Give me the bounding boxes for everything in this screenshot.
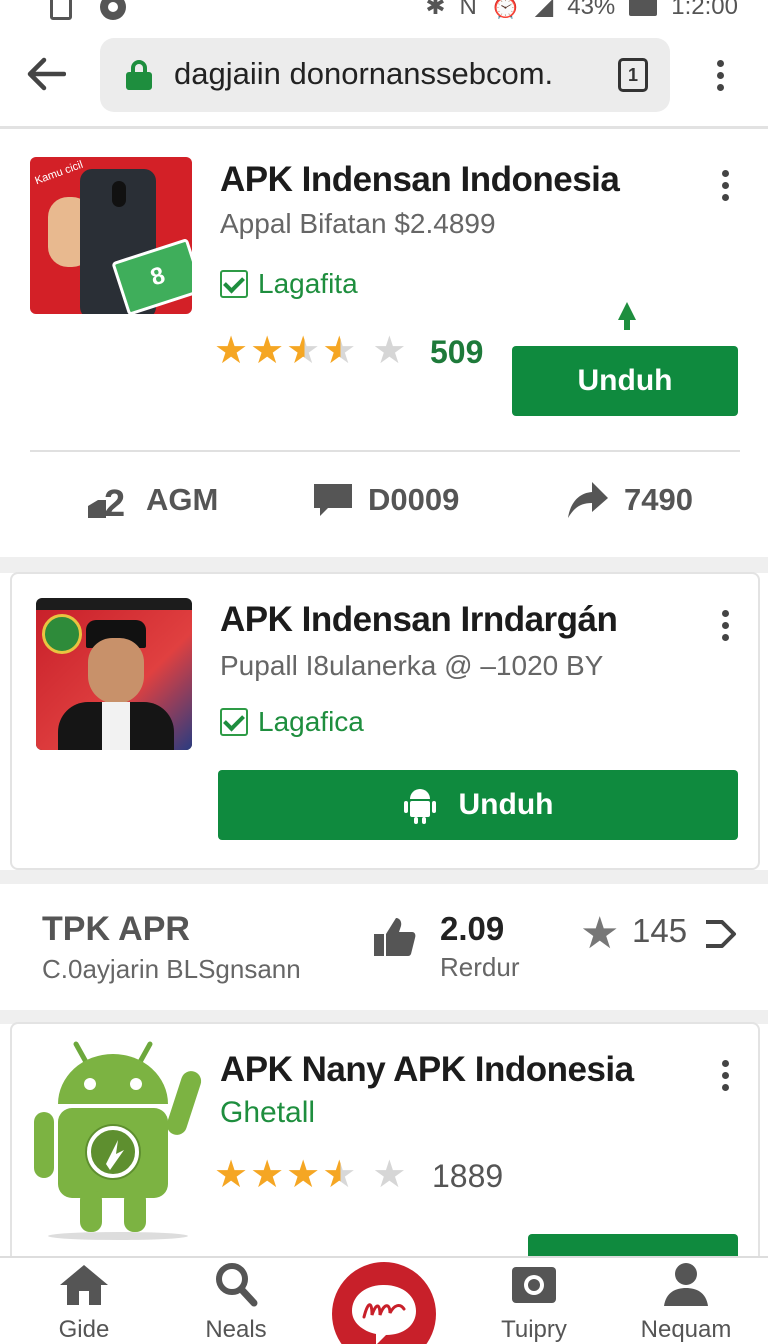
nav-home[interactable]: Gide [24,1258,144,1344]
url-text: dagjaiin donornanssebcom. [174,56,554,91]
stat-value: D0009 [368,482,460,517]
chevron-right-icon[interactable] [702,918,738,950]
info-title[interactable]: TPK APR [42,910,190,949]
download-label: Unduh [458,788,554,821]
arrow-left-icon [27,57,66,91]
more-icon[interactable] [720,610,730,641]
svg-text:2: 2 [104,483,125,520]
star-icon: ★ [214,330,249,372]
likes-label: Rerdur [440,952,520,982]
more-icon[interactable] [720,170,730,201]
star-icon: ★ [286,1154,321,1196]
star-icon: ★ [580,909,620,958]
battery-percent: 43% [567,0,616,20]
more-icon[interactable] [720,1060,730,1091]
star-empty-icon: ★ [372,1154,407,1196]
app-title-3[interactable]: APK Nany APK Indonesia [220,1050,634,1090]
stat-installs[interactable]: 2 AGM [86,480,218,520]
android-icon [403,789,436,824]
star-half-icon: ★ [322,1154,357,1196]
download-button-3[interactable] [528,1234,738,1258]
star-half-icon: ★ [286,330,321,372]
divider [0,126,768,129]
app-title-2[interactable]: APK Indensan Irndargán [220,600,618,640]
stat-comments[interactable]: D0009 [312,480,459,520]
bluetooth-icon: ✱ [425,0,446,20]
thumb-tag: Kamu cicil [33,158,85,188]
browser-toolbar: dagjaiin donornanssebcom. 1 [0,30,768,126]
signal-icon: ◢ [534,0,554,20]
nav-label: Nequam [640,1316,732,1343]
star-half-icon: ★ [322,330,357,372]
star-icon: ★ [250,1154,285,1196]
battery-icon [629,0,658,16]
app-thumbnail-1[interactable]: Kamu cicil 8 [30,157,192,314]
divider [30,450,740,452]
nav-camera[interactable]: Tuipry [474,1258,594,1344]
app-subtitle-1: Appal Bifatan $2.4899 [220,208,496,239]
rating-count-1: 509 [430,334,484,370]
app-subtitle-3: Ghetall [220,1096,316,1129]
nav-search[interactable]: Neals [176,1258,296,1344]
section-divider [0,870,768,884]
sync-icon [100,0,126,20]
nav-label: Tuipry [501,1316,567,1343]
arrow-up-icon [618,302,636,330]
app-title-1[interactable]: APK Indensan Indonesia [220,160,620,200]
status-bar: ✱ N ⏰ ◢ 43% 1:2:00 [0,0,768,30]
section-divider [0,557,768,573]
stat-shares[interactable]: 7490 [566,480,693,520]
nfc-icon: N [459,0,477,20]
search-icon [216,1263,258,1307]
stat-value: 7490 [624,482,693,517]
share-icon [568,482,608,518]
star-rating-1: ★ ★ ★ ★ ★ [214,332,406,370]
alarm-icon: ⏰ [490,0,521,20]
rating-count-3: 1889 [432,1158,504,1194]
star-icon: ★ [250,330,285,372]
download-button-2[interactable]: Unduh [218,770,738,840]
verified-badge-1: Lagafita [220,268,358,300]
star-count: 145 [632,912,688,949]
checkbox-icon [220,270,248,298]
star-empty-icon: ★ [372,330,407,372]
star-rating-3: ★ ★ ★ ★ ★ [214,1156,406,1194]
nav-label: Neals [205,1316,267,1343]
profile-icon [664,1263,708,1306]
download-button-1[interactable]: Unduh [512,346,738,416]
download-label: Unduh [577,364,673,397]
android-mascot-icon[interactable] [30,1040,206,1240]
lock-icon [126,60,152,90]
tabs-icon[interactable]: 1 [618,58,648,92]
person-add-icon: 2 [88,483,125,520]
verified-badge-2: Lagafica [220,706,364,738]
nav-label: Gide [58,1316,110,1343]
star-icon: ★ [214,1154,249,1196]
browser-menu-icon[interactable] [715,60,725,91]
url-field[interactable]: dagjaiin donornanssebcom. 1 [100,38,670,112]
chat-bubble-icon [352,1285,416,1344]
app-thumbnail-2[interactable] [36,598,192,750]
verified-label: Lagafica [258,706,364,737]
app-subtitle-2: Pupall I8ulanerka @ –1020 BY [220,650,604,681]
home-icon [60,1265,108,1305]
thumbs-up-icon [374,918,416,956]
back-button[interactable] [22,52,70,96]
info-subtitle: C.0ayjarin BLSgnsann [42,954,301,984]
phone-icon [50,0,72,20]
verified-label: Lagafita [258,268,358,299]
checkbox-icon [220,708,248,736]
clock-time: 1:2:00 [671,0,738,20]
likes-value: 2.09 [440,910,505,947]
camera-icon [512,1267,556,1303]
stat-value: AGM [146,482,219,517]
comment-icon [314,484,352,516]
nav-profile[interactable]: Nequam [626,1258,746,1344]
